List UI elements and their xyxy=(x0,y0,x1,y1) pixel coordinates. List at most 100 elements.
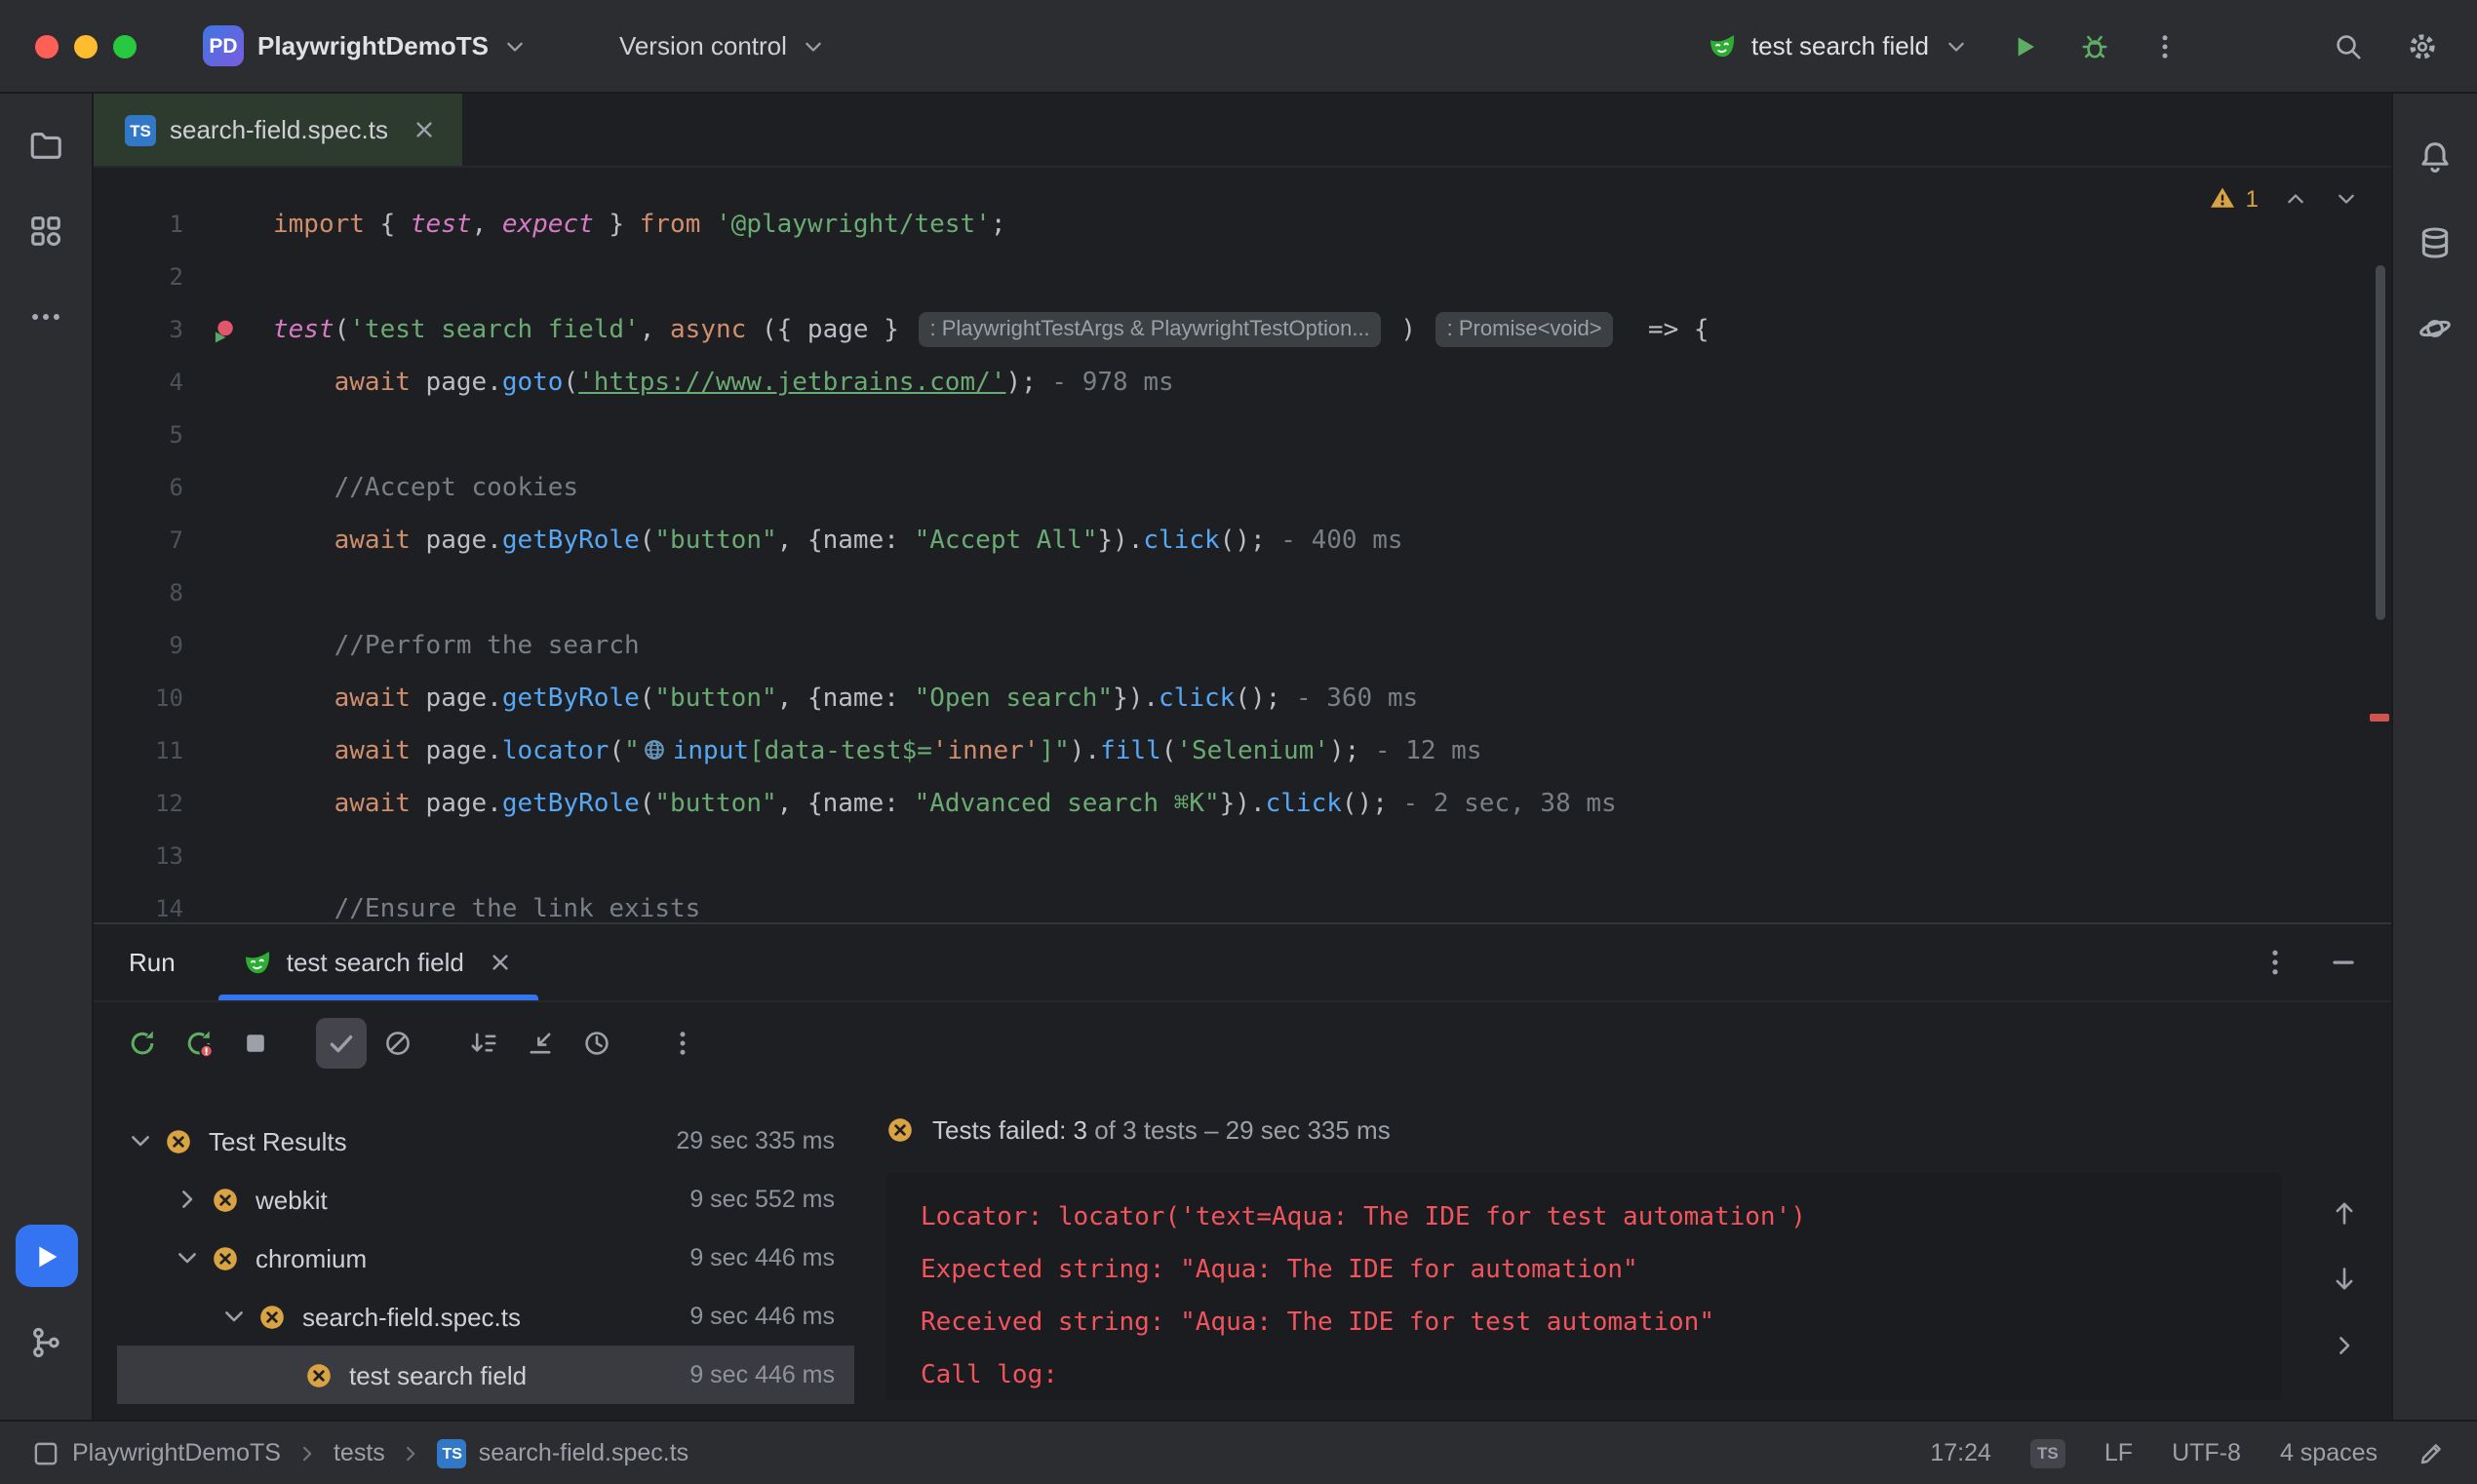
code-text[interactable] xyxy=(273,252,2391,304)
settings-button[interactable] xyxy=(2395,19,2450,73)
test-tree-item[interactable]: webkit9 sec 552 ms xyxy=(117,1170,854,1229)
scroll-to-bottom-button[interactable] xyxy=(2325,1260,2364,1299)
rerun-tests-button[interactable] xyxy=(117,1018,168,1069)
tab-filename: search-field.spec.ts xyxy=(170,115,388,144)
line-separator-widget[interactable]: LF xyxy=(2104,1439,2133,1466)
editor-code: 1import { test, expect } from '@playwrig… xyxy=(94,168,2391,922)
run-button[interactable] xyxy=(1997,19,2052,73)
version-control-tool-button[interactable] xyxy=(15,1310,77,1373)
code-text[interactable] xyxy=(273,567,2391,620)
chevron-down-icon[interactable] xyxy=(218,1301,250,1332)
hide-panel-icon[interactable] xyxy=(2327,946,2360,979)
tab-search-field-spec[interactable]: TS search-field.spec.ts xyxy=(94,94,462,166)
code-text[interactable] xyxy=(273,831,2391,883)
gutter-mark xyxy=(199,252,250,304)
fullscreen-window-button[interactable] xyxy=(113,34,137,58)
code-text[interactable]: test('test search field', async ({ page … xyxy=(273,304,2391,357)
scroll-to-top-button[interactable] xyxy=(2325,1193,2364,1232)
line-number[interactable]: 10 xyxy=(94,673,183,725)
code-text[interactable]: //Accept cookies xyxy=(273,462,2391,515)
run-config-widget[interactable]: test search field xyxy=(1695,22,1982,69)
code-text[interactable]: await page.locator("input[data-test$='in… xyxy=(273,725,2391,778)
test-tree-item[interactable]: chromium9 sec 446 ms xyxy=(117,1229,854,1287)
stop-button[interactable] xyxy=(230,1018,281,1069)
code-line: 4 await page.goto('https://www.jetbrains… xyxy=(94,357,2391,410)
line-number[interactable]: 1 xyxy=(94,199,183,252)
database-tool-button[interactable] xyxy=(2404,211,2466,273)
line-number[interactable]: 3 xyxy=(94,304,183,357)
code-text[interactable]: //Ensure the link exists xyxy=(273,883,2391,922)
line-number[interactable]: 12 xyxy=(94,778,183,831)
show-ignored-button[interactable] xyxy=(373,1018,423,1069)
navigate-with-single-click-button[interactable] xyxy=(515,1018,566,1069)
line-number[interactable]: 8 xyxy=(94,567,183,620)
sort-by-duration-button[interactable] xyxy=(571,1018,622,1069)
run-tool-button[interactable] xyxy=(15,1225,77,1287)
code-text[interactable]: import { test, expect } from '@playwrigh… xyxy=(273,199,2391,252)
test-tree-item[interactable]: search-field.spec.ts9 sec 446 ms xyxy=(117,1287,854,1346)
breadcrumb-item[interactable]: tests xyxy=(334,1439,385,1466)
more-options-button[interactable] xyxy=(657,1018,708,1069)
code-text[interactable]: await page.getByRole("button", {name: "A… xyxy=(273,778,2391,831)
close-run-tab-icon[interactable] xyxy=(486,948,515,977)
close-tab-icon[interactable] xyxy=(410,115,439,144)
search-everywhere-button[interactable] xyxy=(2321,19,2376,73)
line-number[interactable]: 11 xyxy=(94,725,183,778)
minimize-window-button[interactable] xyxy=(74,34,98,58)
sort-alphabetically-button[interactable] xyxy=(458,1018,509,1069)
editor-scrollbar[interactable] xyxy=(2376,265,2385,620)
test-summary: Tests failed: 3 of 3 tests – 29 sec 335 … xyxy=(885,1104,2282,1154)
console-output[interactable]: Locator: locator('text=Aqua: The IDE for… xyxy=(885,1172,2282,1400)
code-text[interactable] xyxy=(273,410,2391,462)
rerun-test-gutter-icon[interactable] xyxy=(211,317,238,344)
prev-problem-icon[interactable] xyxy=(2282,184,2309,212)
notifications-button[interactable] xyxy=(2404,125,2466,187)
structure-tool-button[interactable] xyxy=(15,199,77,261)
caret-position-widget[interactable]: 17:24 xyxy=(1930,1439,1991,1466)
code-text[interactable]: await page.getByRole("button", {name: "A… xyxy=(273,515,2391,567)
test-tree-item[interactable]: Test Results29 sec 335 ms xyxy=(117,1112,854,1170)
rerun-failed-tests-button[interactable] xyxy=(174,1018,224,1069)
line-number[interactable]: 9 xyxy=(94,620,183,673)
project-tool-button[interactable] xyxy=(15,113,77,176)
line-number[interactable]: 7 xyxy=(94,515,183,567)
close-window-button[interactable] xyxy=(35,34,59,58)
test-failed-icon xyxy=(211,1185,240,1214)
vcs-widget[interactable]: Version control xyxy=(608,23,840,68)
show-passed-button[interactable] xyxy=(316,1018,367,1069)
line-number[interactable]: 14 xyxy=(94,883,183,922)
chevron-down-icon[interactable] xyxy=(172,1242,203,1273)
code-editor[interactable]: 1import { test, expect } from '@playwrig… xyxy=(94,168,2391,922)
expand-console-button[interactable] xyxy=(2325,1326,2364,1365)
breadcrumb-item[interactable]: TSsearch-field.spec.ts xyxy=(438,1438,688,1467)
run-tab[interactable]: test search field xyxy=(218,924,538,1000)
warnings-indicator[interactable]: 1 xyxy=(2209,183,2259,213)
run-panel-options-icon[interactable] xyxy=(2259,946,2292,979)
next-problem-icon[interactable] xyxy=(2333,184,2360,212)
code-text[interactable]: //Perform the search xyxy=(273,620,2391,673)
more-actions-button[interactable] xyxy=(2138,19,2192,73)
test-tree-item[interactable]: test search field9 sec 446 ms xyxy=(117,1346,854,1404)
breadcrumb-label: tests xyxy=(334,1439,385,1466)
chevron-right-icon[interactable] xyxy=(172,1184,203,1215)
more-tools-button[interactable] xyxy=(15,285,77,347)
code-text[interactable]: await page.getByRole("button", {name: "O… xyxy=(273,673,2391,725)
encoding-widget[interactable]: UTF-8 xyxy=(2172,1439,2241,1466)
typescript-service-widget[interactable]: TS xyxy=(2030,1438,2065,1467)
breadcrumb-item[interactable]: PlaywrightDemoTS xyxy=(31,1438,281,1467)
indent-widget[interactable]: 4 spaces xyxy=(2280,1439,2378,1466)
line-number[interactable]: 6 xyxy=(94,462,183,515)
test-failed-icon xyxy=(211,1243,240,1272)
code-text[interactable]: await page.goto('https://www.jetbrains.c… xyxy=(273,357,2391,410)
test-duration: 29 sec 335 ms xyxy=(676,1127,835,1154)
line-number[interactable]: 5 xyxy=(94,410,183,462)
chevron-down-icon[interactable] xyxy=(125,1125,156,1156)
error-stripe-mark[interactable] xyxy=(2370,714,2389,722)
project-widget[interactable]: PD PlaywrightDemoTS xyxy=(191,18,541,74)
endpoints-tool-button[interactable] xyxy=(2404,296,2466,359)
line-number[interactable]: 13 xyxy=(94,831,183,883)
line-number[interactable]: 4 xyxy=(94,357,183,410)
line-number[interactable]: 2 xyxy=(94,252,183,304)
debug-button[interactable] xyxy=(2067,19,2122,73)
readonly-toggle-widget[interactable] xyxy=(2417,1438,2446,1467)
